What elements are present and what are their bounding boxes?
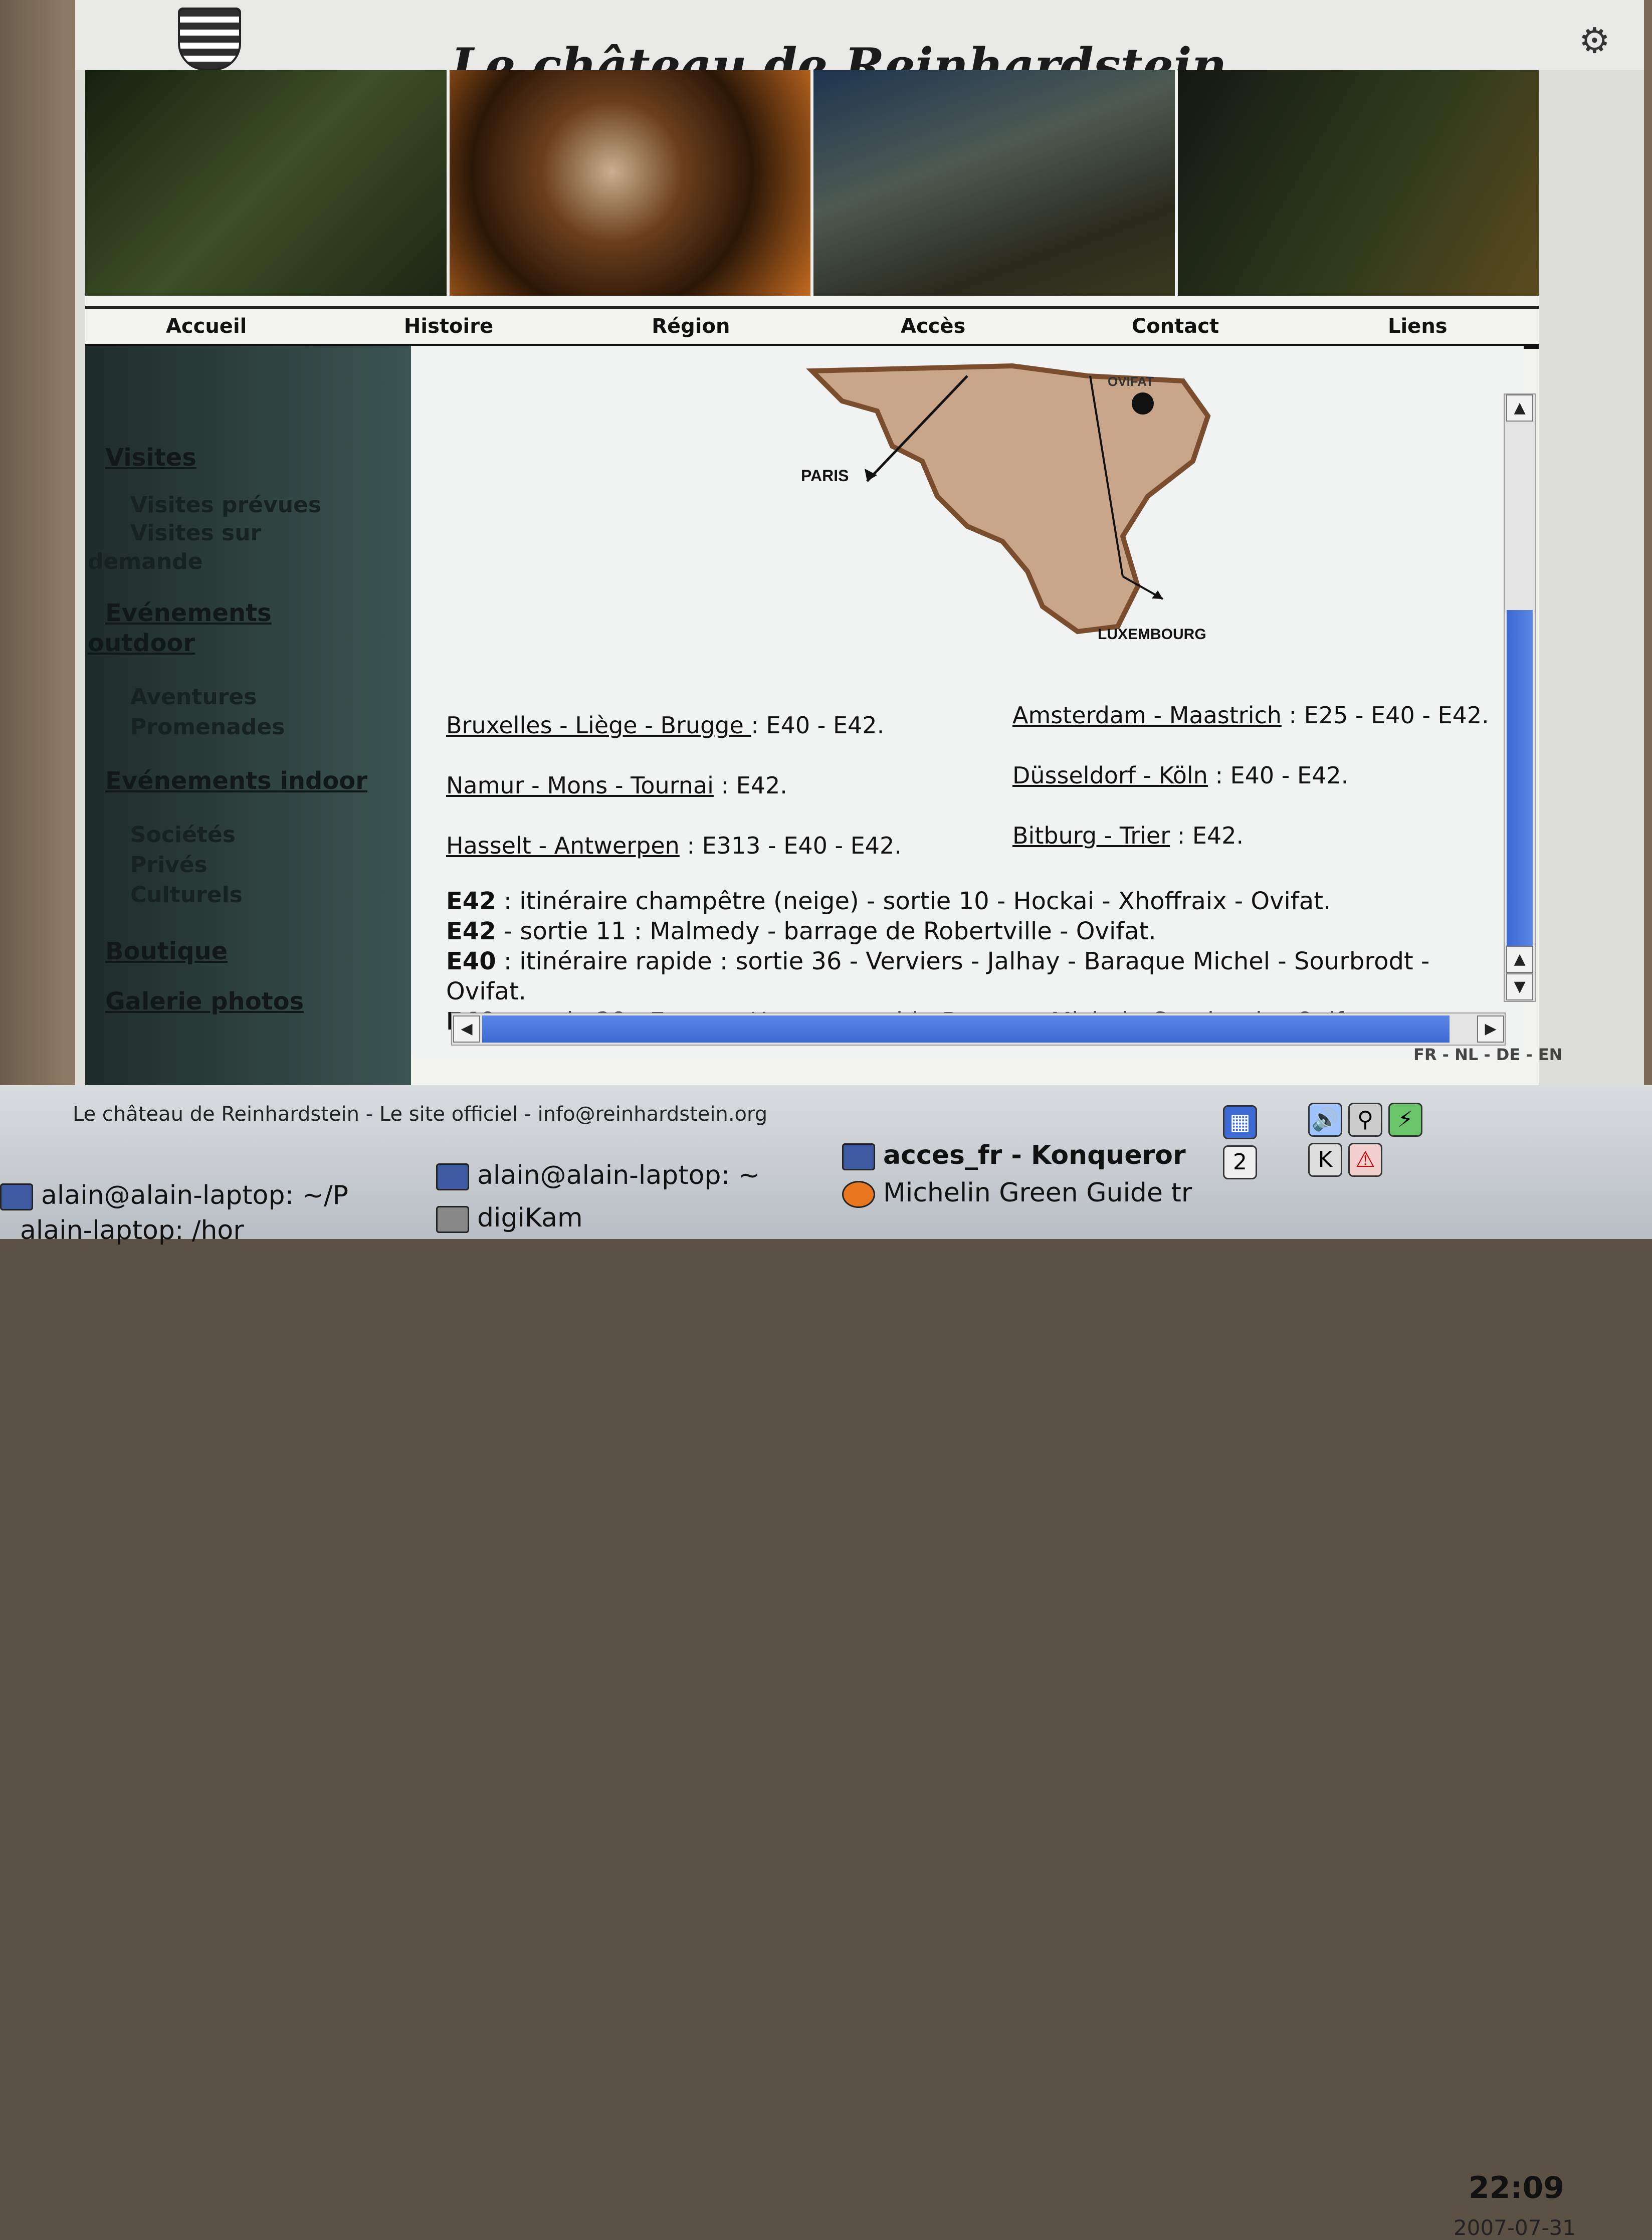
- clock-time[interactable]: 22:09: [1469, 2170, 1564, 2205]
- scroll-left-icon[interactable]: ◀: [453, 1015, 480, 1043]
- routes-amsterdam: : E25 - E40 - E42.: [1281, 702, 1489, 729]
- link-bitburg-trier[interactable]: Bitburg - Trier: [1012, 822, 1170, 849]
- link-bruxelles-liege-brugge[interactable]: Bruxelles - Liège - Brugge: [446, 712, 751, 739]
- link-hasselt-antwerpen[interactable]: Hasselt - Antwerpen: [446, 832, 680, 859]
- coat-of-arms-left-icon: [178, 8, 241, 71]
- scroll-down-icon[interactable]: ▼: [1506, 973, 1533, 1000]
- routes-bruxelles: : E40 - E42.: [751, 712, 885, 739]
- link-row-hasselt: Hasselt - Antwerpen : E313 - E40 - E42.: [446, 832, 902, 859]
- horizontal-scroll-thumb[interactable]: [482, 1015, 1450, 1043]
- sidebar-promenades[interactable]: Promenades: [130, 714, 285, 740]
- sidebar-evenements-outdoor-1[interactable]: Evénements: [105, 599, 272, 627]
- routes-dusseldorf: : E40 - E42.: [1207, 762, 1349, 789]
- vertical-scrollbar[interactable]: ▲ ▲ ▼: [1504, 393, 1536, 1002]
- warning-icon[interactable]: ⚠: [1348, 1143, 1382, 1177]
- route-line-4: Ovifat.: [446, 977, 526, 1005]
- sidebar-visites-prevues[interactable]: Visites prévues: [130, 492, 321, 518]
- arrow-paris-head: [865, 469, 877, 481]
- route-line-1: E42 : itinéraire champêtre (neige) - sor…: [446, 887, 1331, 915]
- network-icon[interactable]: ⚲: [1348, 1103, 1382, 1137]
- link-namur-mons-tournai[interactable]: Namur - Mons - Tournai: [446, 772, 714, 799]
- nav-liens[interactable]: Liens: [1297, 315, 1539, 338]
- task-konqueror[interactable]: acces_fr - Konqueror: [842, 1140, 1186, 1170]
- clock-date: 2007-07-31: [1454, 2215, 1576, 2240]
- task-terminal-2[interactable]: alain@alain-laptop: ~: [436, 1160, 760, 1190]
- browser-status-bar: Le château de Reinhardstein - Le site of…: [73, 1103, 768, 1126]
- firefox-icon: [842, 1181, 875, 1208]
- sidebar-demande[interactable]: demande: [88, 549, 203, 574]
- battery-icon[interactable]: ⚡: [1388, 1103, 1422, 1137]
- sidebar-visites[interactable]: Visites: [105, 444, 196, 472]
- link-row-bitburg: Bitburg - Trier : E42.: [1012, 822, 1244, 849]
- nav-histoire[interactable]: Histoire: [327, 315, 569, 338]
- scroll-up-lower-icon[interactable]: ▲: [1506, 946, 1533, 973]
- task-digikam[interactable]: digiKam: [436, 1203, 583, 1233]
- link-row-dusseldorf: Düsseldorf - Köln : E40 - E42.: [1012, 762, 1348, 789]
- sidebar-aventures[interactable]: Aventures: [130, 684, 257, 710]
- horizontal-scrollbar[interactable]: ◀ ▶: [451, 1012, 1506, 1046]
- desktop-1-icon[interactable]: ▦: [1223, 1105, 1257, 1139]
- scroll-right-icon[interactable]: ▶: [1477, 1015, 1504, 1043]
- nav-region[interactable]: Région: [570, 315, 812, 338]
- belgium-map: PARIS LUXEMBOURG OVIFAT: [801, 363, 1211, 643]
- routes-namur: : E42.: [713, 772, 787, 799]
- sidebar-evenements-outdoor-2[interactable]: outdoor: [88, 629, 195, 657]
- sidebar-boutique[interactable]: Boutique: [105, 937, 228, 965]
- sidebar-evenements-indoor[interactable]: Evénements indoor: [105, 767, 367, 795]
- language-switch[interactable]: FR - NL - DE - EN: [1413, 1045, 1562, 1064]
- link-row-amsterdam: Amsterdam - Maastrich : E25 - E40 - E42.: [1012, 702, 1489, 729]
- banner-photo-castle: [813, 70, 1178, 296]
- terminal-icon: [0, 1183, 33, 1210]
- task-terminal-3[interactable]: alain-laptop: /hor: [20, 1215, 244, 1246]
- routes-bitburg: : E42.: [1170, 822, 1244, 849]
- map-label-luxembourg: LUXEMBOURG: [1098, 626, 1206, 643]
- sidebar-prives[interactable]: Privés: [130, 852, 208, 878]
- scroll-up-icon[interactable]: ▲: [1506, 394, 1533, 422]
- route-line-3: E40 : itinéraire rapide : sortie 36 - Ve…: [446, 947, 1430, 975]
- routes-hasselt: : E313 - E40 - E42.: [679, 832, 902, 859]
- ovifat-marker: [1132, 392, 1154, 415]
- map-label-ovifat: OVIFAT: [1108, 374, 1154, 389]
- task-firefox[interactable]: Michelin Green Guide tr: [842, 1178, 1192, 1208]
- task-terminal-1[interactable]: alain@alain-laptop: ~/P: [0, 1180, 348, 1210]
- window-menu-icon[interactable]: ⚙: [1579, 20, 1610, 61]
- banner-photo-castle-forest: [85, 70, 450, 296]
- banner-photo-statue: [449, 70, 813, 296]
- kde-wallet-icon[interactable]: K: [1308, 1143, 1342, 1177]
- nav-acces[interactable]: Accès: [812, 315, 1054, 338]
- route-line-2: E42 - sortie 11 : Malmedy - barrage de R…: [446, 917, 1156, 945]
- volume-icon[interactable]: 🔊: [1308, 1103, 1342, 1137]
- nav-contact[interactable]: Contact: [1054, 315, 1296, 338]
- main-nav: Accueil Histoire Région Accès Contact Li…: [85, 306, 1539, 349]
- desktop-2-button[interactable]: 2: [1223, 1145, 1257, 1179]
- link-row-bruxelles: Bruxelles - Liège - Brugge : E40 - E42.: [446, 712, 884, 739]
- sidebar-societes[interactable]: Sociétés: [130, 822, 236, 848]
- photo-banner: [85, 70, 1539, 296]
- content-area: PARIS LUXEMBOURG OVIFAT Bruxelles - Lièg…: [411, 346, 1524, 1058]
- link-row-namur: Namur - Mons - Tournai : E42.: [446, 772, 787, 799]
- digikam-icon: [436, 1206, 469, 1233]
- konqueror-icon: [842, 1143, 875, 1170]
- vertical-scroll-thumb[interactable]: [1507, 610, 1533, 961]
- banner-photo-trees: [1177, 70, 1539, 296]
- sidebar-galerie-photos[interactable]: Galerie photos: [105, 987, 304, 1015]
- terminal-icon: [436, 1163, 469, 1190]
- nav-accueil[interactable]: Accueil: [85, 315, 327, 338]
- sidebar-visites-sur[interactable]: Visites sur: [130, 520, 261, 546]
- link-amsterdam-maastrich[interactable]: Amsterdam - Maastrich: [1012, 702, 1282, 729]
- map-label-paris: PARIS: [801, 467, 849, 485]
- link-dusseldorf-koln[interactable]: Düsseldorf - Köln: [1012, 762, 1208, 789]
- sidebar: Visites Visites prévues Visites sur dema…: [85, 346, 411, 1123]
- sidebar-culturels[interactable]: Culturels: [130, 882, 243, 908]
